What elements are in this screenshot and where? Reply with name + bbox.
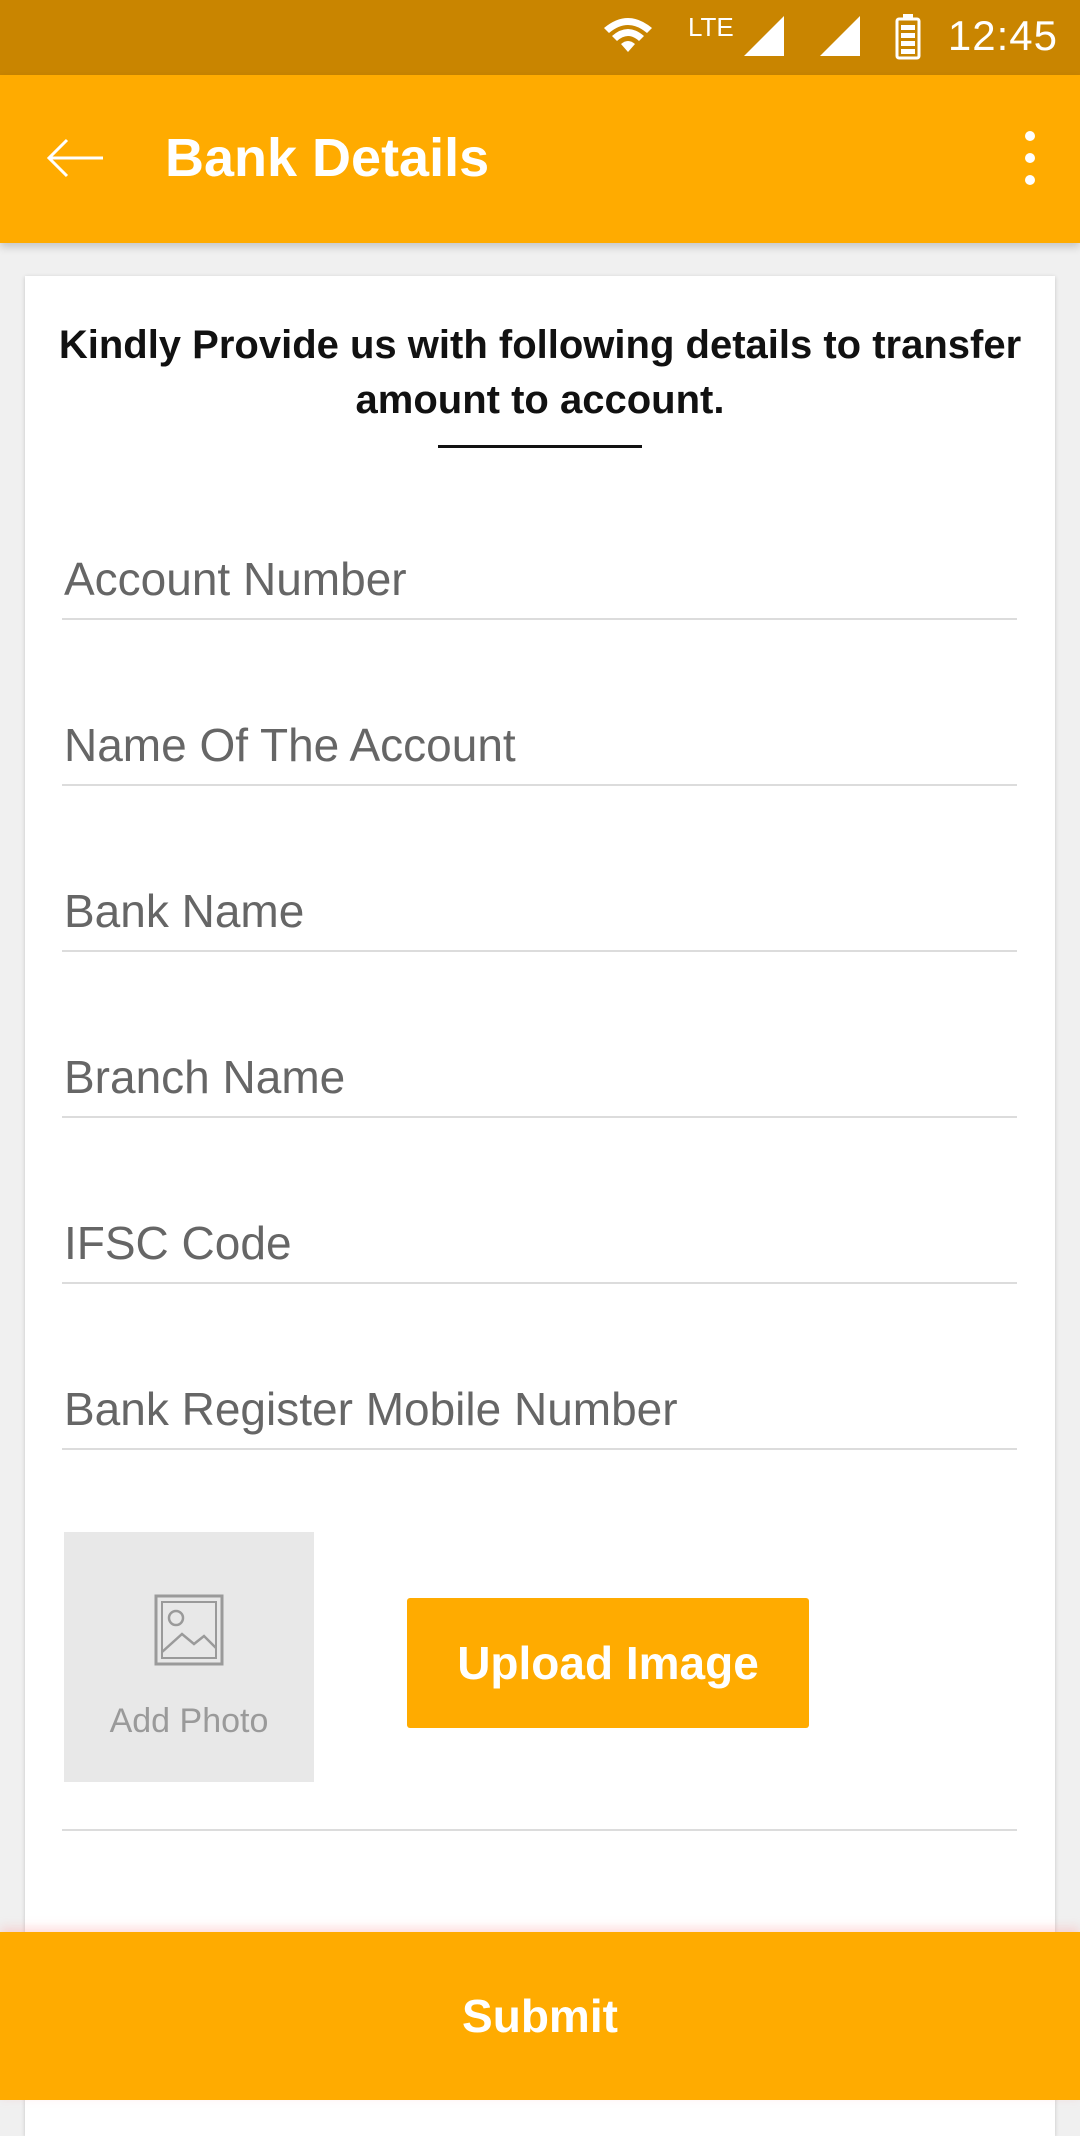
mobile-number-input[interactable]: [62, 1382, 1019, 1436]
bank-name-field: [62, 840, 1019, 952]
arrow-left-icon: [45, 138, 105, 183]
bank-name-input[interactable]: [62, 884, 1019, 938]
app-bar: Bank Details: [0, 75, 1080, 243]
account-name-input[interactable]: [62, 718, 1019, 772]
mobile-number-field: [62, 1338, 1019, 1450]
battery-icon: [894, 14, 922, 65]
ifsc-code-input[interactable]: [62, 1216, 1019, 1270]
status-bar: LTE 12:45: [0, 0, 1080, 75]
add-photo-box[interactable]: Add Photo: [64, 1532, 314, 1782]
submit-button[interactable]: Submit: [0, 1932, 1080, 2100]
intro-divider: [438, 445, 642, 448]
page-title: Bank Details: [165, 128, 490, 188]
ifsc-code-field: [62, 1172, 1019, 1284]
branch-name-input[interactable]: [62, 1050, 1019, 1104]
add-photo-label: Add Photo: [109, 1702, 269, 1740]
back-button[interactable]: [30, 115, 120, 205]
signal-icon: [818, 16, 862, 63]
wifi-icon: [602, 14, 654, 61]
branch-name-field: [62, 1006, 1019, 1118]
account-number-input[interactable]: [62, 552, 1019, 606]
intro-text: Kindly Provide us with following details…: [58, 323, 1022, 422]
status-time: 12:45: [947, 12, 1058, 59]
upload-image-button[interactable]: Upload Image: [407, 1598, 809, 1728]
more-vertical-icon: [1024, 130, 1036, 191]
signal-icon: [742, 16, 786, 63]
account-name-field: [62, 674, 1019, 786]
overflow-menu-button[interactable]: [990, 115, 1070, 205]
bank-details-card: Kindly Provide us with following details…: [25, 276, 1055, 2136]
photo-divider: [62, 1829, 1017, 1831]
account-number-field: [62, 508, 1019, 620]
lte-label: LTE: [688, 12, 734, 42]
image-icon: [154, 1594, 224, 1671]
